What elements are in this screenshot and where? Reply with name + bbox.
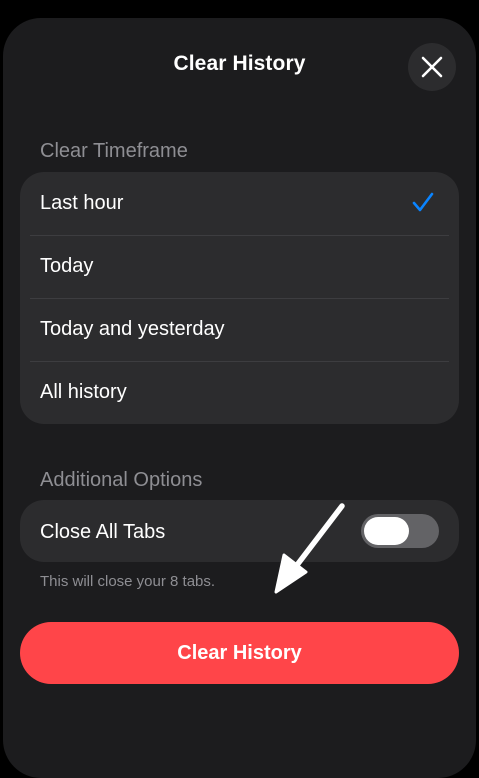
clear-history-sheet: Clear History Clear Timeframe Last hour … bbox=[3, 18, 476, 778]
additional-options-section-label: Additional Options bbox=[40, 469, 203, 491]
clear-history-button[interactable]: Clear History bbox=[20, 622, 459, 684]
close-tabs-note: This will close your 8 tabs. bbox=[40, 573, 216, 590]
timeframe-options-group: Last hour Today Today and yesterday All … bbox=[20, 172, 459, 424]
close-all-tabs-label: Close All Tabs bbox=[40, 521, 166, 543]
sheet-title: Clear History bbox=[173, 52, 306, 75]
checkmark-icon bbox=[412, 192, 434, 212]
timeframe-option-label: Today bbox=[40, 255, 94, 277]
clear-history-button-label: Clear History bbox=[177, 642, 302, 664]
timeframe-option-today[interactable]: Today bbox=[20, 235, 459, 298]
timeframe-option-today-and-yesterday[interactable]: Today and yesterday bbox=[20, 298, 459, 361]
close-icon bbox=[421, 56, 443, 78]
close-all-tabs-toggle[interactable] bbox=[361, 514, 439, 548]
timeframe-section-label: Clear Timeframe bbox=[40, 140, 188, 162]
additional-options-group: Close All Tabs bbox=[20, 500, 459, 562]
close-button[interactable] bbox=[408, 43, 456, 91]
timeframe-option-last-hour[interactable]: Last hour bbox=[20, 172, 459, 235]
toggle-knob bbox=[364, 517, 409, 545]
timeframe-option-label: Today and yesterday bbox=[40, 318, 225, 340]
timeframe-option-label: Last hour bbox=[40, 192, 124, 214]
sheet-header: Clear History bbox=[3, 18, 476, 114]
close-all-tabs-row: Close All Tabs bbox=[20, 500, 459, 562]
timeframe-option-all-history[interactable]: All history bbox=[20, 361, 459, 424]
timeframe-option-label: All history bbox=[40, 381, 127, 403]
